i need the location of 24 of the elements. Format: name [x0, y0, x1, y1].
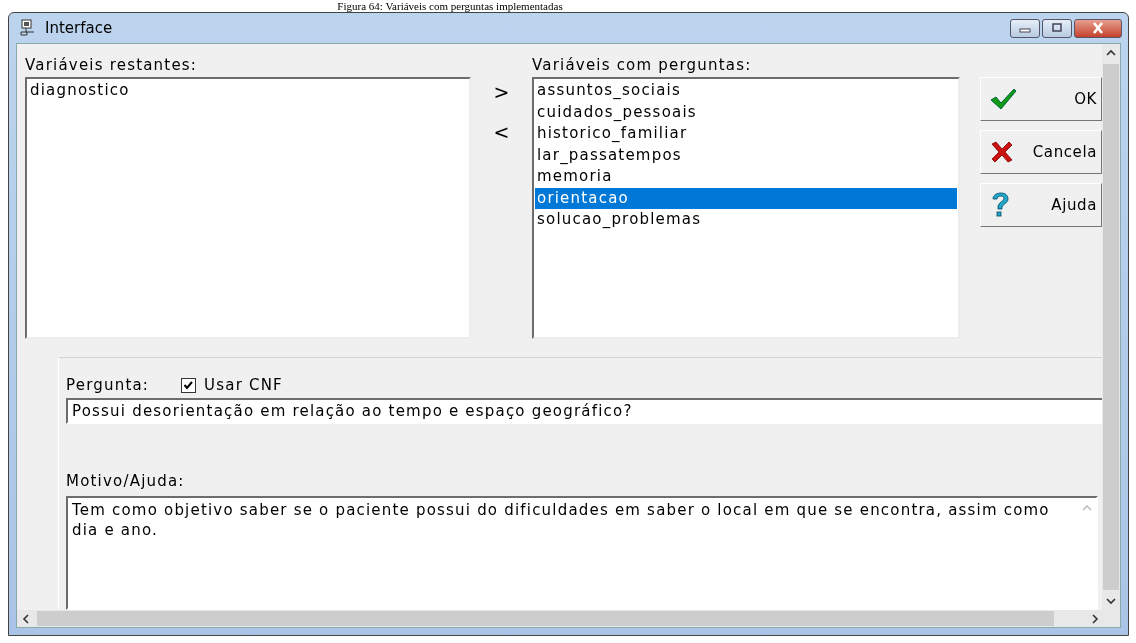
use-cnf-checkbox[interactable]: Usar CNF	[181, 376, 283, 394]
list-item[interactable]: solucao_problemas	[535, 209, 957, 231]
list-item[interactable]: orientacao	[535, 187, 957, 209]
remaining-variables-list[interactable]: diagnostico	[25, 77, 471, 339]
figure-caption: Figura 64: Variáveis com perguntas implementadas	[336, 0, 564, 12]
ok-button[interactable]: OK	[980, 77, 1102, 121]
list-item[interactable]: cuidados_pessoais	[535, 101, 957, 123]
list-item[interactable]: assuntos_sociais	[535, 80, 957, 102]
list-item[interactable]: memoria	[535, 166, 957, 188]
list-item[interactable]: historico_familiar	[535, 123, 957, 145]
reason-label: Motivo/Ajuda:	[66, 472, 186, 490]
list-item[interactable]: diagnostico	[28, 80, 468, 102]
list-label: Variáveis restantes:	[25, 56, 199, 74]
question-label: Pergunta:	[66, 376, 150, 394]
cancel-button[interactable]: Cancela	[980, 130, 1102, 174]
list-item[interactable]: lar_passatempos	[535, 144, 957, 166]
move-button[interactable]: >	[491, 76, 512, 108]
window-title: Interface	[45, 19, 113, 37]
question-field[interactable]: Possui desorientação em relação ao tempo e espaço geográfico?	[66, 398, 1102, 424]
list-label: Variáveis com perguntas:	[532, 56, 753, 74]
help-button[interactable]: Ajuda	[980, 183, 1102, 227]
move-button[interactable]: <	[491, 116, 512, 148]
question-variables-list[interactable]: assuntos_sociais cuidados_pessoais historico_familiar lar_passatempos memoria orientacao solucao_problemas	[532, 77, 960, 339]
reason-text-area[interactable]: Tem como objetivo saber se o paciente possui do dificuldades em saber o local em que se encontra, assim como dia e ano.	[66, 496, 1098, 610]
